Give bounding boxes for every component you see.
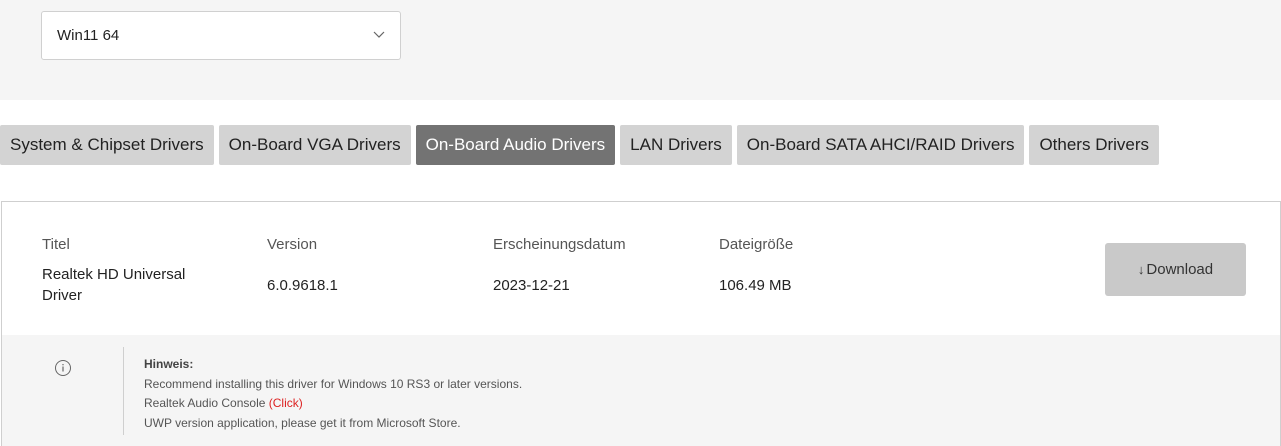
tab-label: On-Board SATA AHCI/RAID Drivers	[746, 135, 1015, 154]
note-divider	[123, 347, 124, 435]
audio-console-link[interactable]: (Click)	[269, 396, 303, 410]
os-select-value: Win11 64	[57, 27, 120, 44]
note-panel: Hinweis: Recommend installing this drive…	[2, 335, 1280, 446]
driver-title: Realtek HD Universal Driver	[42, 264, 185, 306]
header-title: Titel	[42, 236, 70, 253]
download-button[interactable]: ↓ Download	[1105, 243, 1246, 296]
driver-title-line1: Realtek HD Universal	[42, 266, 186, 283]
download-label: Download	[1146, 261, 1214, 278]
note-line2-text: Realtek Audio Console	[144, 396, 266, 410]
note-line2: Realtek Audio Console (Click)	[144, 394, 522, 414]
note-text: Hinweis: Recommend installing this drive…	[144, 355, 522, 433]
tab-label: On-Board VGA Drivers	[228, 135, 401, 154]
header-version: Version	[267, 236, 318, 253]
header-date: Erscheinungsdatum	[493, 236, 626, 253]
tab-others[interactable]: Others Drivers	[1029, 125, 1160, 165]
driver-version: 6.0.9618.1	[267, 277, 338, 294]
tab-sata-ahci-raid[interactable]: On-Board SATA AHCI/RAID Drivers	[736, 125, 1025, 165]
os-select-dropdown[interactable]: Win11 64	[41, 11, 401, 60]
note-heading: Hinweis:	[144, 357, 194, 371]
note-line1: Recommend installing this driver for Win…	[144, 376, 523, 391]
download-arrow-icon: ↓	[1137, 262, 1145, 277]
tab-system-chipset[interactable]: System & Chipset Drivers	[0, 125, 214, 165]
driver-size: 106.49 MB	[719, 277, 792, 294]
info-icon	[55, 360, 71, 376]
tab-label: Others Drivers	[1039, 135, 1150, 154]
driver-date: 2023-12-21	[493, 277, 570, 294]
note-line3: UWP version application, please get it f…	[144, 415, 461, 430]
header-size: Dateigröße	[719, 236, 794, 253]
driver-title-line2: Driver	[42, 287, 82, 304]
driver-card: Titel Version Erscheinungsdatum Dateigrö…	[1, 201, 1281, 446]
tab-onboard-audio[interactable]: On-Board Audio Drivers	[415, 125, 616, 165]
tab-label: On-Board Audio Drivers	[425, 135, 606, 154]
driver-category-tabs: System & Chipset Drivers On-Board VGA Dr…	[0, 125, 1164, 165]
tab-lan[interactable]: LAN Drivers	[620, 125, 732, 165]
tab-label: LAN Drivers	[630, 135, 722, 154]
chevron-down-icon	[373, 31, 385, 38]
tab-label: System & Chipset Drivers	[10, 135, 204, 154]
tab-onboard-vga[interactable]: On-Board VGA Drivers	[218, 125, 411, 165]
os-filter-panel: Win11 64	[0, 0, 1281, 100]
